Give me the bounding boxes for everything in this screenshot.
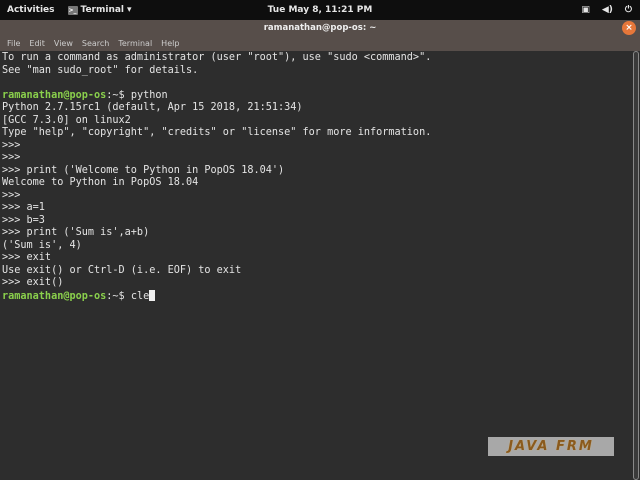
menu-file[interactable]: File: [7, 36, 20, 51]
terminal-line: ramanathan@pop-os:~$ python: [2, 90, 630, 103]
terminal-line: >>> print ('Welcome to Python in PopOS 1…: [2, 164, 285, 176]
terminal-output[interactable]: To run a command as administrator (user …: [0, 51, 632, 480]
menu-search[interactable]: Search: [82, 36, 109, 51]
watermark-logo: JAVA FRM: [488, 437, 614, 456]
terminal-line: To run a command as administrator (user …: [2, 52, 432, 63]
app-menu[interactable]: >_ Terminal ▾: [67, 5, 132, 15]
terminal-line: >>> a=1: [2, 202, 45, 213]
terminal-line: See "man sudo_root" for details.: [2, 64, 199, 76]
window-titlebar[interactable]: ramanathan@pop-os: ~ ×: [0, 20, 640, 36]
menu-help[interactable]: Help: [161, 36, 179, 51]
terminal-line: >>>: [2, 152, 27, 163]
text-cursor: [149, 289, 156, 301]
terminal-line: ('Sum is', 4): [2, 239, 82, 251]
clock[interactable]: Tue May 8, 11:21 PM: [268, 5, 373, 15]
power-icon[interactable]: ⏻: [625, 5, 632, 15]
terminal-line: ramanathan@pop-os:~$ cle: [2, 289, 630, 304]
command: python: [130, 89, 168, 101]
menu-bar: File Edit View Search Terminal Help: [0, 36, 640, 51]
prompt-suffix: :~$: [106, 89, 131, 101]
activities-button[interactable]: Activities: [7, 5, 55, 15]
network-icon[interactable]: ▣: [581, 5, 590, 15]
terminal-line: >>> b=3: [2, 214, 45, 226]
terminal-line: Welcome to Python in PopOS 18.04: [2, 177, 199, 188]
close-button[interactable]: ×: [622, 21, 636, 35]
terminal-line: >>> print ('Sum is',a+b): [2, 227, 150, 238]
menu-view[interactable]: View: [54, 36, 73, 51]
top-bar: Activities >_ Terminal ▾ Tue May 8, 11:21 …: [0, 0, 640, 20]
volume-icon[interactable]: ◀): [602, 5, 613, 15]
app-name: Terminal: [80, 5, 125, 15]
terminal-line: >>>: [2, 139, 27, 151]
terminal-line: >>> exit: [2, 252, 52, 263]
prompt-user: ramanathan@pop-os: [2, 290, 107, 302]
terminal-line: >>>: [2, 189, 27, 201]
prompt-suffix: :~$: [106, 290, 131, 302]
terminal-line: Use exit() or Ctrl-D (i.e. EOF) to exit: [2, 264, 242, 276]
menu-terminal[interactable]: Terminal: [118, 36, 152, 51]
terminal-line: [GCC 7.3.0] on linux2: [2, 114, 131, 126]
prompt-user: ramanathan@pop-os: [2, 89, 107, 101]
scrollbar[interactable]: [633, 51, 639, 480]
terminal-line: >>> exit(): [2, 277, 64, 288]
terminal-icon: >_: [67, 5, 78, 15]
chevron-down-icon: ▾: [127, 5, 132, 15]
menu-edit[interactable]: Edit: [29, 36, 45, 51]
window-title: ramanathan@pop-os: ~: [263, 23, 377, 33]
command-input[interactable]: cle: [131, 291, 149, 302]
terminal-line: Type "help", "copyright", "credits" or "…: [2, 127, 432, 138]
terminal-line: Python 2.7.15rc1 (default, Apr 15 2018, …: [2, 102, 303, 113]
